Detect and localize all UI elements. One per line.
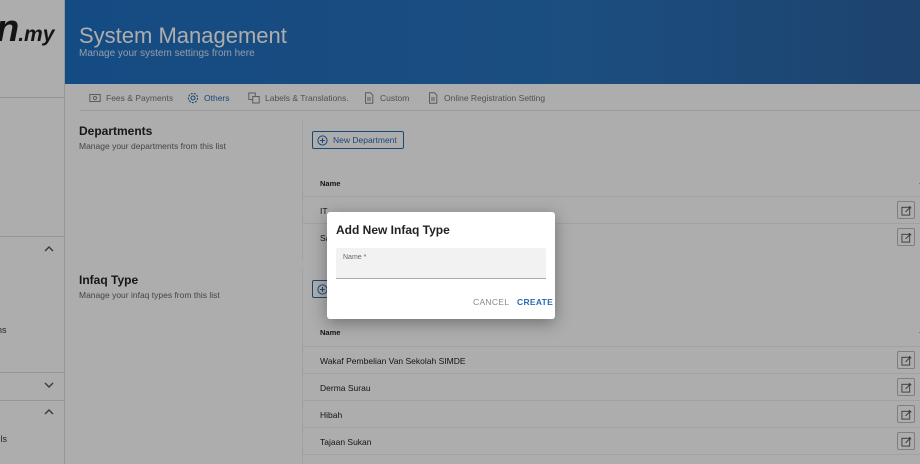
name-input[interactable] — [343, 263, 539, 275]
name-field[interactable]: Name * — [336, 248, 546, 279]
create-button[interactable]: CREATE — [517, 297, 553, 307]
dialog-title: Add New Infaq Type — [336, 223, 450, 237]
cancel-button[interactable]: CANCEL — [473, 297, 509, 307]
add-infaq-dialog: Add New Infaq Type Name * CANCEL CREATE — [327, 212, 555, 319]
name-field-label: Name * — [343, 254, 367, 261]
